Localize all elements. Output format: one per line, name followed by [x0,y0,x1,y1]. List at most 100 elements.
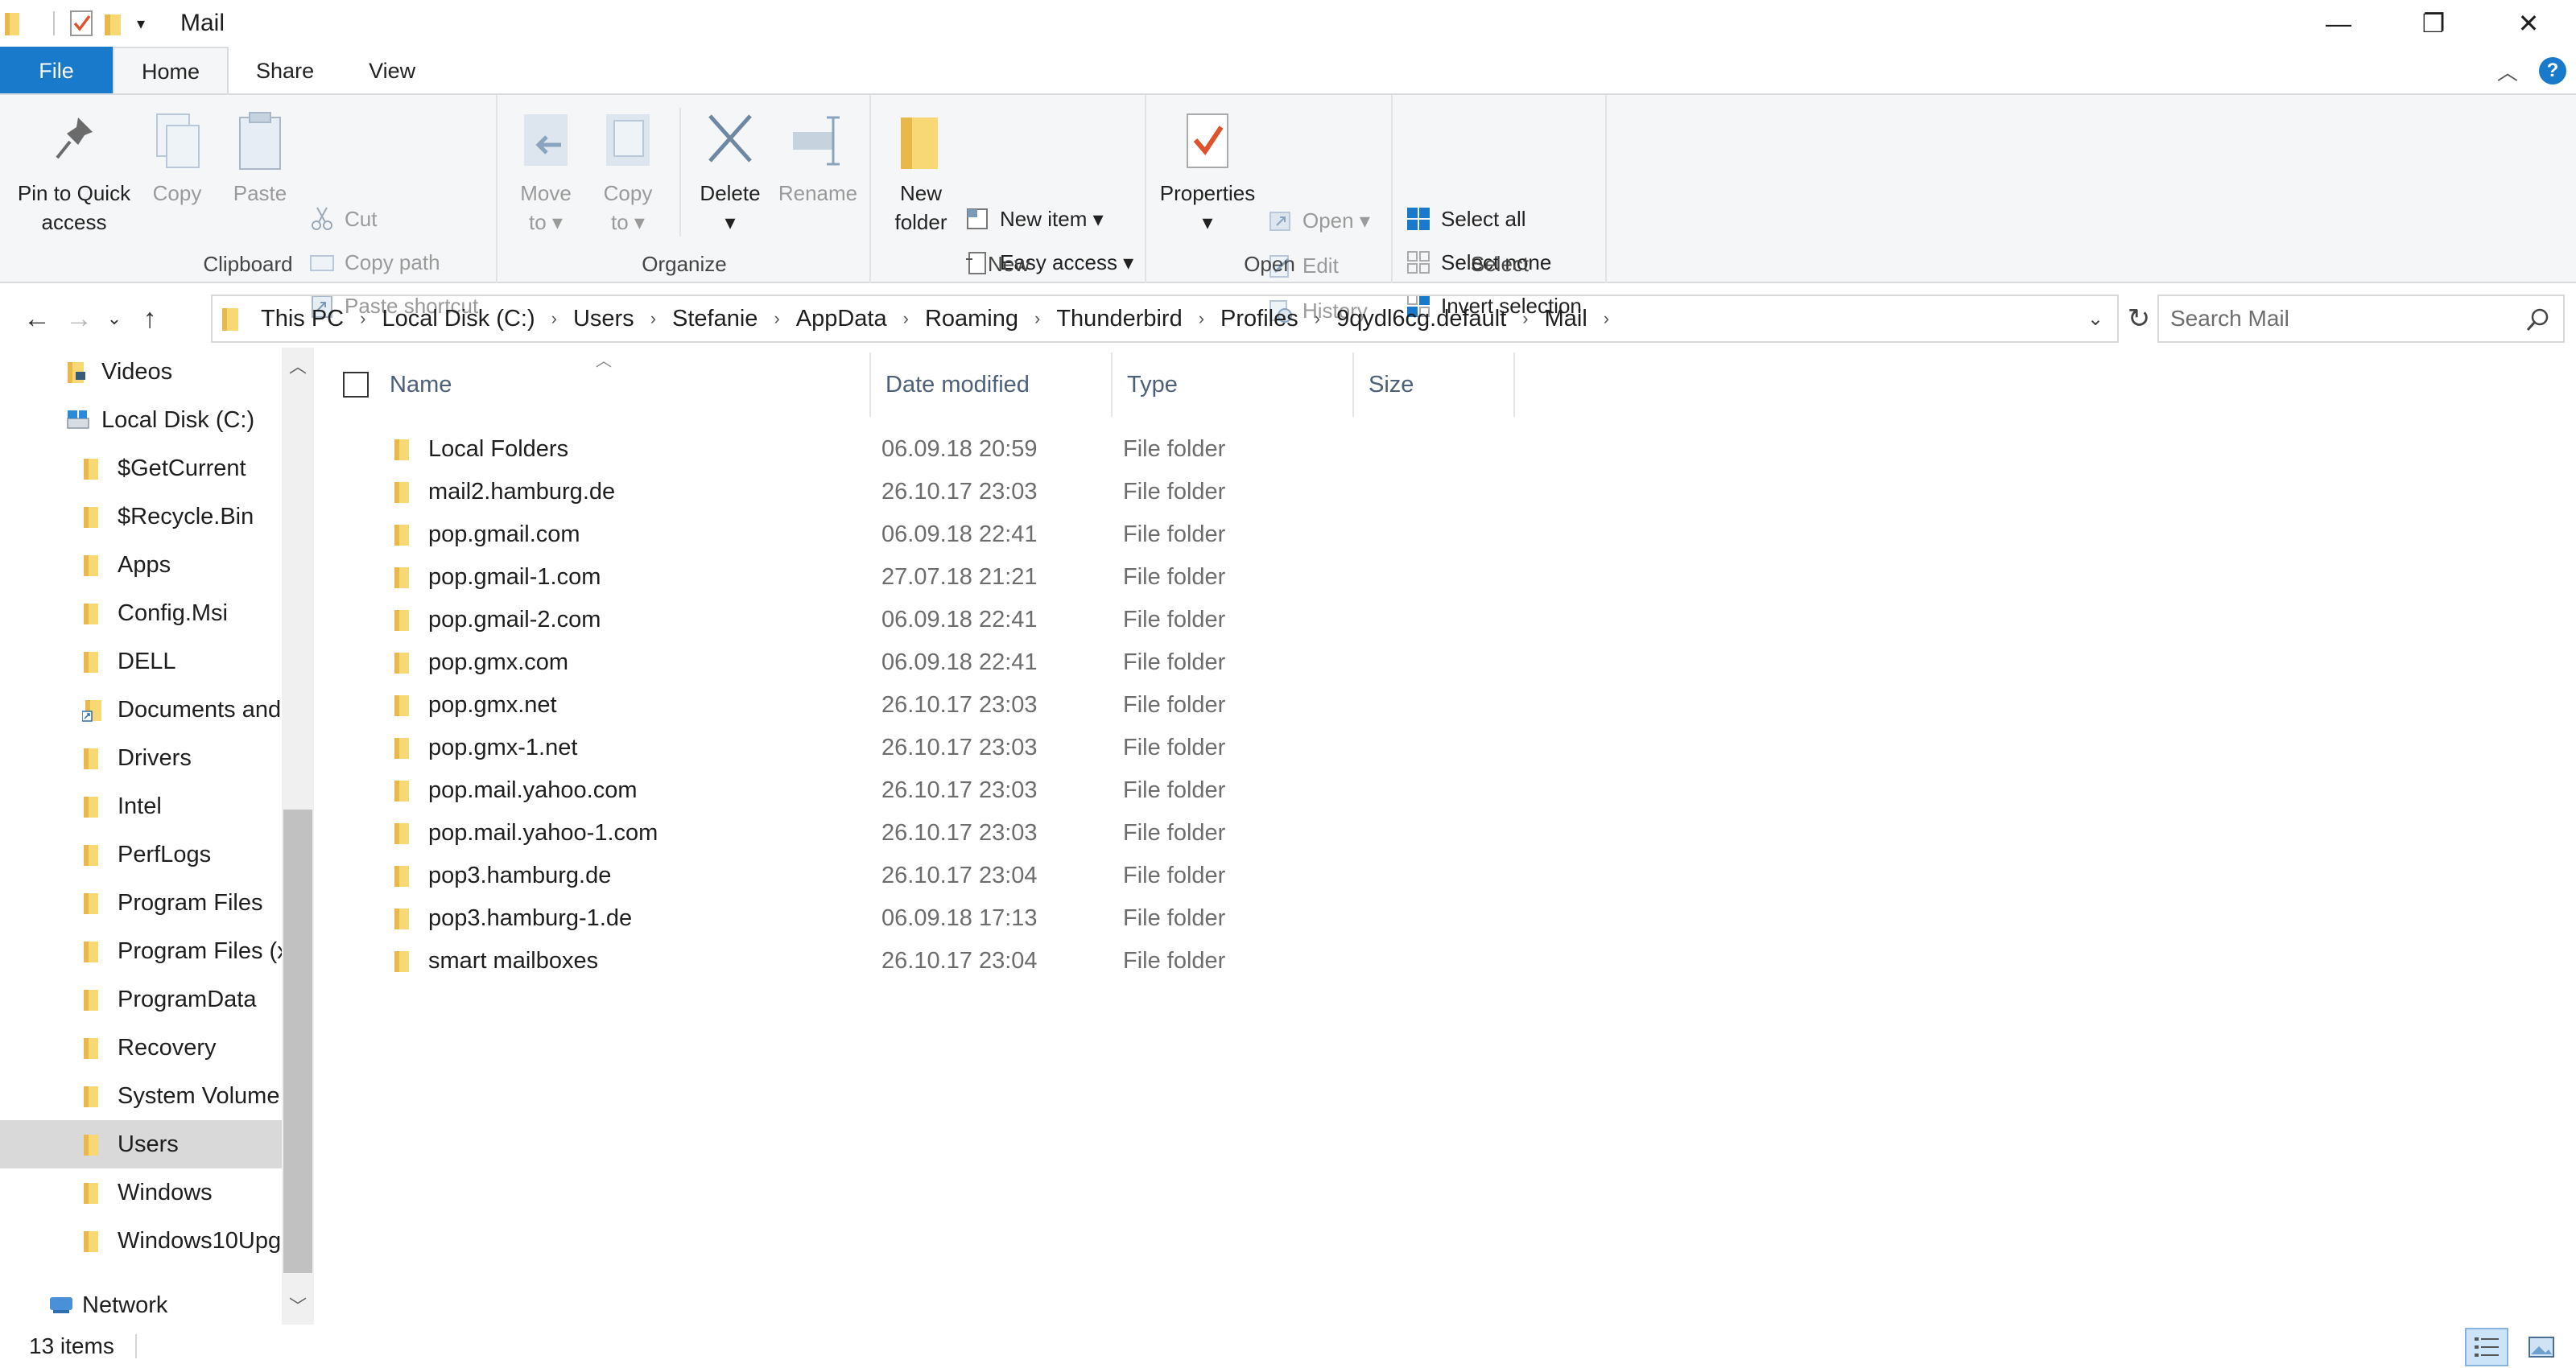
column-header-type[interactable]: Type [1113,352,1354,417]
nav-item[interactable]: Windows10Upg [0,1217,282,1265]
properties-button[interactable]: Properties ▾ [1151,109,1264,237]
nav-item[interactable]: Drivers [0,734,282,782]
new-folder-button[interactable]: New folder [881,109,961,237]
tab-share[interactable]: Share [229,47,341,95]
chevron-right-icon[interactable]: › [1522,308,1528,329]
file-row[interactable]: pop.gmx-1.net 26.10.17 23:03 File folder [386,727,1835,769]
file-row[interactable]: pop.gmail.com 06.09.18 22:41 File folder [386,513,1835,556]
copy-button[interactable]: Copy [142,109,213,208]
file-row[interactable]: smart mailboxes 26.10.17 23:04 File folder [386,940,1835,983]
open-button[interactable]: Open ▾ [1267,204,1370,237]
breadcrumb-item[interactable]: Thunderbird [1056,306,1182,332]
column-header-date[interactable]: Date modified [871,352,1113,417]
restore-button[interactable]: ❐ [2386,0,2481,47]
breadcrumb-item[interactable]: Local Disk (C:) [382,306,535,332]
breadcrumb-item[interactable]: Roaming [925,306,1018,332]
properties-checkmark-icon[interactable] [69,10,93,37]
breadcrumb-item[interactable]: AppData [796,306,887,332]
tab-home[interactable]: Home [113,47,229,95]
chevron-right-icon[interactable]: › [650,308,656,329]
file-row[interactable]: mail2.hamburg.de 26.10.17 23:03 File folde… [386,471,1835,513]
chevron-right-icon[interactable]: › [1034,308,1040,329]
delete-dropdown-icon[interactable]: ▾ [691,208,770,237]
address-dropdown-icon[interactable]: ⌄ [2074,296,2117,341]
move-to-button[interactable]: Move to ▾ [512,109,580,237]
select-all-button[interactable]: Select all [1406,203,1526,235]
new-folder-icon[interactable] [103,10,127,37]
copy-to-button[interactable]: Copy to ▾ [594,109,662,237]
file-row[interactable]: pop3.hamburg.de 26.10.17 23:04 File folder [386,855,1835,897]
column-header-name[interactable]: Name [375,352,871,417]
chevron-right-icon[interactable]: › [360,308,365,329]
column-header-size[interactable]: Size [1354,352,1515,417]
nav-item[interactable]: System Volume [0,1072,282,1120]
file-row[interactable]: pop.mail.yahoo.com 26.10.17 23:03 File fol… [386,769,1835,812]
scroll-thumb[interactable] [283,810,312,1273]
nav-item[interactable]: ProgramData [0,975,282,1024]
delete-button[interactable]: Delete ▾ [691,109,770,237]
pin-to-quick-access-button[interactable]: Pin to Quick access [10,109,138,237]
paste-button[interactable]: Paste [224,109,296,208]
nav-item[interactable]: Program Files [0,879,282,927]
nav-item[interactable]: DELL [0,637,282,686]
file-row[interactable]: pop.gmail-1.com 27.07.18 21:21 File folder [386,556,1835,599]
close-button[interactable]: ✕ [2481,0,2576,47]
nav-item[interactable]: $GetCurrent [0,444,282,492]
help-icon[interactable]: ? [2539,57,2566,84]
recent-locations-button[interactable]: ⌄ [100,295,129,343]
breadcrumb-item[interactable]: This PC [261,306,344,332]
breadcrumb-item[interactable]: Profiles [1220,306,1298,332]
chevron-right-icon[interactable]: › [903,308,909,329]
nav-item[interactable]: Intel [0,782,282,830]
nav-item[interactable]: Local Disk (C:) [0,396,282,444]
chevron-right-icon[interactable]: › [551,308,557,329]
scroll-down-icon[interactable]: ﹀ [282,1288,314,1323]
search-icon[interactable] [2526,307,2550,332]
file-row[interactable]: Local Folders 06.09.18 20:59 File folder [386,428,1835,471]
nav-item[interactable]: Documents and [0,686,282,734]
cut-button[interactable]: Cut [309,203,377,235]
up-button[interactable]: ↑ [129,295,171,343]
address-bar[interactable]: This PC › Local Disk (C:) › Users › Stefanie › A… [211,295,2119,343]
new-item-button[interactable]: New item ▾ [964,203,1104,235]
large-icons-view-button[interactable] [2520,1328,2563,1366]
minimize-button[interactable]: — [2291,0,2386,47]
customize-toolbar-dropdown-icon[interactable]: ▾ [137,10,161,37]
nav-item[interactable]: Recovery [0,1024,282,1072]
forward-button[interactable]: → [58,295,100,343]
file-row[interactable]: pop.gmail-2.com 06.09.18 22:41 File folder [386,599,1835,641]
nav-item[interactable]: Program Files (x [0,927,282,975]
file-row[interactable]: pop.gmx.net 26.10.17 23:03 File folder [386,684,1835,727]
nav-item[interactable]: PerfLogs [0,830,282,879]
nav-item[interactable]: Config.Msi [0,589,282,637]
refresh-button[interactable]: ↻ [2117,295,2161,343]
breadcrumb-item[interactable]: 9qydl6cg.default [1336,306,1506,332]
file-row[interactable]: pop3.hamburg-1.de 06.09.18 17:13 File fold… [386,897,1835,940]
minimize-ribbon-icon[interactable]: ︿ [2497,56,2518,86]
chevron-right-icon[interactable]: › [1315,308,1320,329]
nav-item[interactable]: Network [0,1281,282,1325]
file-row[interactable]: pop.mail.yahoo-1.com 26.10.17 23:03 File f… [386,812,1835,855]
nav-item[interactable]: Videos [0,348,282,396]
select-all-checkbox[interactable] [343,372,369,398]
back-button[interactable]: ← [16,295,58,343]
chevron-right-icon[interactable]: › [774,308,779,329]
nav-item[interactable]: $Recycle.Bin [0,492,282,541]
nav-scrollbar[interactable]: ︿ ﹀ [282,348,314,1325]
tab-file[interactable]: File [0,47,113,95]
file-row[interactable]: pop.gmx.com 06.09.18 22:41 File folder [386,641,1835,684]
rename-button[interactable]: Rename [778,109,858,208]
details-view-button[interactable] [2465,1328,2508,1366]
scroll-up-icon[interactable]: ︿ [282,348,314,383]
nav-item[interactable]: Users [0,1120,282,1168]
breadcrumb-item[interactable]: Stefanie [672,306,758,332]
breadcrumb-item[interactable]: Users [573,306,634,332]
nav-item[interactable]: Apps [0,541,282,589]
nav-item[interactable]: Windows [0,1168,282,1217]
tab-view[interactable]: View [341,47,443,95]
chevron-right-icon[interactable]: › [1604,308,1609,329]
search-input[interactable] [2159,306,2513,332]
breadcrumb-item[interactable]: Mail [1545,306,1587,332]
properties-dropdown-icon[interactable]: ▾ [1151,208,1264,237]
chevron-right-icon[interactable]: › [1199,308,1204,329]
